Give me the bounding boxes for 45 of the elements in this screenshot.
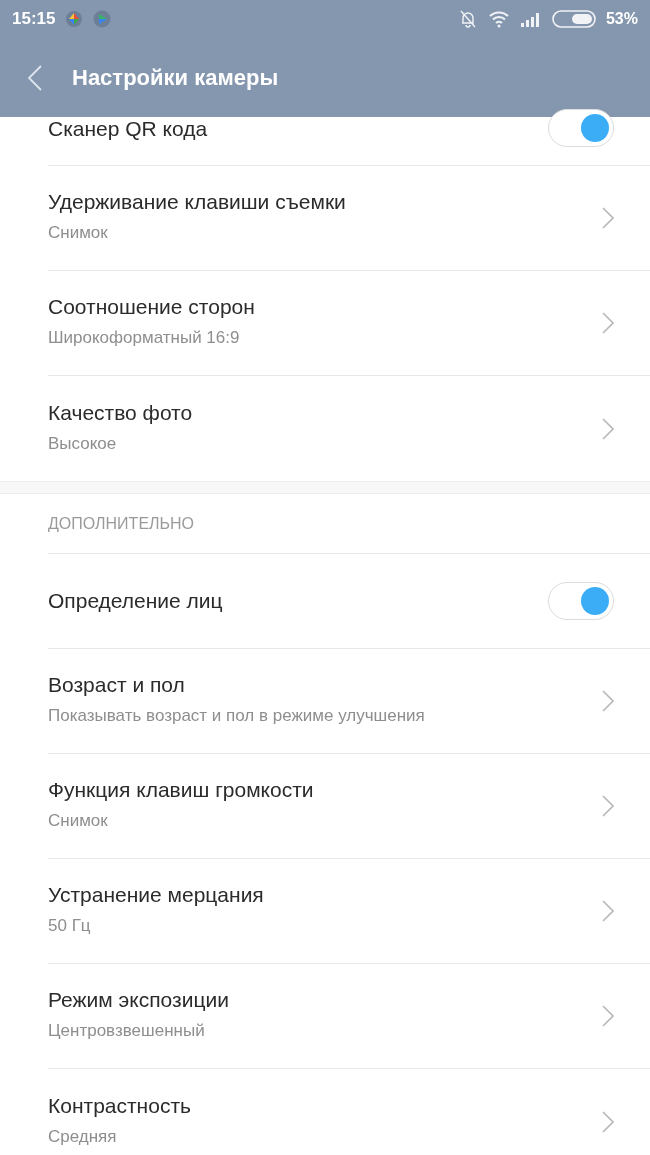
setting-title: Сканер QR кода	[48, 117, 209, 141]
chevron-right-icon	[602, 690, 614, 712]
chevron-right-icon	[602, 900, 614, 922]
chevron-right-icon	[602, 417, 614, 440]
chevron-right-icon	[602, 795, 614, 817]
chevron-right-icon	[602, 1110, 614, 1133]
setting-value: 50 Гц	[48, 915, 92, 938]
section-heading: ДОПОЛНИТЕЛЬНО	[48, 513, 195, 534]
setting-title: Возраст и пол	[48, 673, 186, 698]
setting-value: Показывать возраст и пол в режиме улучшения	[48, 705, 426, 728]
setting-value: Средняя	[48, 1125, 118, 1148]
setting-title: Качество фото	[48, 400, 194, 425]
settings-row[interactable]: Устранение мерцания 50 Гц	[0, 859, 650, 964]
settings-row[interactable]: Удерживание клавиши съемки Снимок	[0, 166, 650, 271]
setting-title: Контрастность	[48, 1093, 192, 1118]
chevron-right-icon	[602, 312, 614, 334]
wifi-icon	[487, 10, 510, 28]
setting-title: Функция клавиш громкости	[48, 778, 315, 803]
settings-row[interactable]: Качество фото Высокое	[0, 376, 650, 481]
status-time: 15:15	[12, 8, 56, 31]
app-icon	[65, 10, 84, 28]
setting-value: Снимок	[48, 810, 109, 833]
setting-title: Соотношение сторон	[48, 295, 256, 320]
settings-row[interactable]: Контрастность Средняя	[0, 1069, 650, 1155]
chevron-right-icon	[602, 207, 614, 229]
battery-icon	[551, 10, 596, 28]
battery-percent: 53%	[605, 9, 638, 29]
signal-icon	[519, 11, 542, 27]
chevron-right-icon	[602, 1005, 614, 1027]
setting-title: Режим экспозиции	[48, 988, 230, 1013]
toggle-switch[interactable]	[548, 582, 614, 620]
setting-value: Снимок	[48, 222, 109, 245]
toggle-switch[interactable]	[548, 109, 614, 147]
setting-title: Устранение мерцания	[48, 883, 265, 908]
settings-row[interactable]: Соотношение сторон Широкоформатный 16:9	[0, 271, 650, 376]
settings-row[interactable]: Функция клавиш громкости Снимок	[0, 754, 650, 859]
setting-value: Широкоформатный 16:9	[48, 327, 241, 350]
setting-value: Высокое	[48, 432, 118, 455]
setting-title: Определение лиц	[48, 589, 224, 613]
settings-row[interactable]: Возраст и пол Показывать возраст и пол в режиме улучшения	[0, 649, 650, 754]
screen-title: Настройки камеры	[72, 64, 279, 92]
setting-value: Центровзвешенный	[48, 1020, 206, 1043]
setting-title: Удерживание клавиши съемки	[48, 190, 347, 215]
settings-row[interactable]: Режим экспозиции Центровзвешенный	[0, 964, 650, 1069]
play-store-icon	[93, 10, 112, 28]
